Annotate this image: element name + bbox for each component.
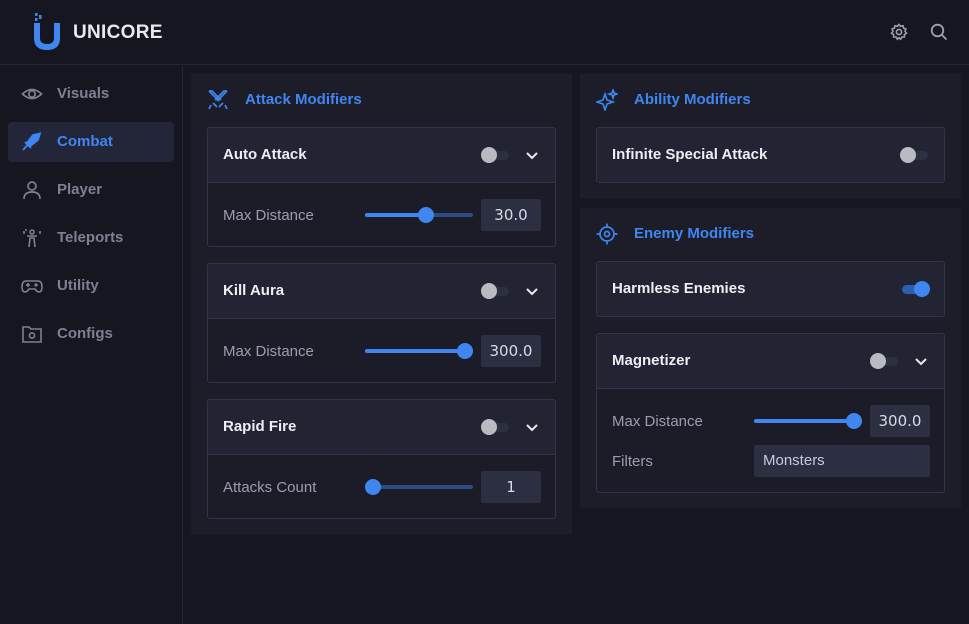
- harmless-enemies-toggle[interactable]: [900, 281, 930, 297]
- sidebar-item-label: Visuals: [57, 85, 110, 102]
- card-header: Rapid Fire: [208, 400, 555, 455]
- sidebar-item-teleports[interactable]: Teleports: [8, 218, 174, 258]
- card-title: Rapid Fire: [223, 418, 297, 435]
- card-title: Auto Attack: [223, 146, 307, 163]
- sidebar-item-label: Teleports: [57, 229, 124, 246]
- kill-aura-toggle[interactable]: [481, 283, 511, 299]
- panel-title: Attack Modifiers: [245, 91, 362, 108]
- harmless-enemies-card: Harmless Enemies: [596, 261, 945, 317]
- chevron-down-icon[interactable]: [524, 148, 540, 164]
- top-header: UNICORE: [0, 0, 969, 65]
- card-title: Magnetizer: [612, 352, 691, 369]
- unicore-logo-icon: [34, 13, 60, 50]
- user-icon: [23, 181, 41, 200]
- chevron-down-icon[interactable]: [913, 354, 929, 370]
- search-icon[interactable]: [929, 22, 949, 42]
- ability-modifiers-panel: Ability Modifiers Infinite Special Attac…: [580, 74, 961, 198]
- card-title: Kill Aura: [223, 282, 285, 299]
- rapid-fire-card: Rapid Fire Attacks Count 1: [207, 399, 556, 519]
- sidebar-item-label: Combat: [57, 133, 113, 150]
- card-header: Kill Aura: [208, 264, 555, 319]
- max-distance-slider[interactable]: [754, 413, 862, 429]
- teleport-icon: [23, 229, 41, 248]
- crosshair-icon: [596, 223, 618, 245]
- max-distance-slider[interactable]: [365, 207, 473, 223]
- attacks-count-value[interactable]: 1: [481, 471, 541, 503]
- eye-icon: [21, 88, 43, 100]
- card-header: Harmless Enemies: [597, 262, 944, 316]
- max-distance-value[interactable]: 300.0: [870, 405, 930, 437]
- attacks-count-slider[interactable]: [365, 479, 473, 495]
- sidebar-item-label: Utility: [57, 277, 99, 294]
- setting-label: Max Distance: [612, 413, 703, 430]
- sidebar-item-configs[interactable]: Configs: [8, 314, 174, 354]
- sidebar-item-label: Configs: [57, 325, 113, 342]
- filters-label: Filters: [612, 453, 653, 470]
- sidebar-item-combat[interactable]: Combat: [8, 122, 174, 162]
- max-distance-slider[interactable]: [365, 343, 473, 359]
- max-distance-value[interactable]: 300.0: [481, 335, 541, 367]
- rapid-fire-toggle[interactable]: [481, 419, 511, 435]
- gamepad-icon: [21, 280, 43, 293]
- card-title: Infinite Special Attack: [612, 146, 768, 163]
- filters-select[interactable]: Monsters: [754, 445, 930, 477]
- max-distance-value[interactable]: 30.0: [481, 199, 541, 231]
- setting-label: Attacks Count: [223, 479, 317, 496]
- infinite-special-attack-card: Infinite Special Attack: [596, 127, 945, 183]
- panel-title: Enemy Modifiers: [634, 225, 755, 242]
- card-header: Auto Attack: [208, 128, 555, 183]
- sidebar-item-label: Player: [57, 181, 103, 198]
- panel-title: Ability Modifiers: [634, 91, 751, 108]
- infinite-special-attack-toggle[interactable]: [900, 147, 930, 163]
- setting-label: Max Distance: [223, 207, 314, 224]
- magnetizer-card: Magnetizer Max Distance 300.0 Filters Mo…: [596, 333, 945, 493]
- sword-icon: [22, 132, 42, 151]
- auto-attack-toggle[interactable]: [481, 147, 511, 163]
- crossed-swords-icon: [208, 90, 228, 110]
- sidebar-item-utility[interactable]: Utility: [8, 266, 174, 306]
- sidebar-item-visuals[interactable]: Visuals: [8, 74, 174, 114]
- chevron-down-icon[interactable]: [524, 420, 540, 436]
- sidebar: Visuals Combat Player Teleports Utility …: [0, 66, 183, 624]
- sparkles-icon: [596, 89, 618, 111]
- card-header: Magnetizer: [597, 334, 944, 389]
- kill-aura-card: Kill Aura Max Distance 300.0: [207, 263, 556, 383]
- card-title: Harmless Enemies: [612, 280, 746, 297]
- magnetizer-toggle[interactable]: [870, 353, 900, 369]
- sidebar-item-player[interactable]: Player: [8, 170, 174, 210]
- auto-attack-card: Auto Attack Max Distance 30.0: [207, 127, 556, 247]
- card-header: Infinite Special Attack: [597, 128, 944, 182]
- attack-modifiers-panel: Attack Modifiers Auto Attack Max Distanc…: [191, 74, 572, 534]
- enemy-modifiers-panel: Enemy Modifiers Harmless Enemies Magneti…: [580, 208, 961, 508]
- gear-icon[interactable]: [889, 22, 909, 42]
- chevron-down-icon[interactable]: [524, 284, 540, 300]
- folder-settings-icon: [22, 326, 42, 343]
- setting-label: Max Distance: [223, 343, 314, 360]
- brand-name: UNICORE: [73, 22, 163, 43]
